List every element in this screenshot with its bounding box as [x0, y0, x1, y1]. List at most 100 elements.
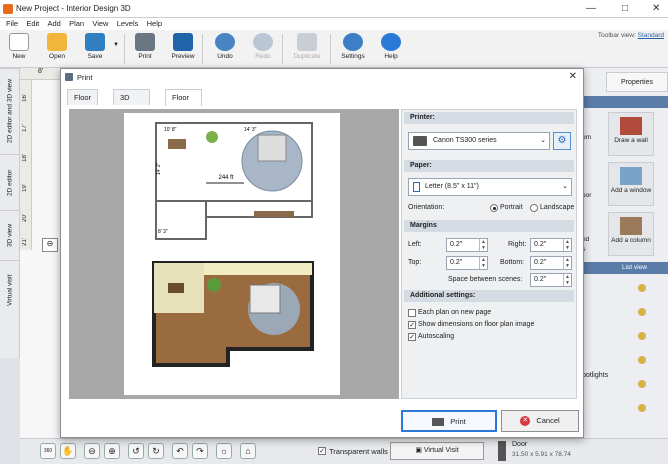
open-button[interactable]: Open	[40, 32, 74, 66]
rotate-right-icon[interactable]: ↻	[148, 443, 164, 459]
save-dropdown-icon[interactable]: ▼	[113, 42, 119, 48]
close-icon[interactable]: ✕	[652, 3, 660, 14]
paper-header: Paper:	[404, 160, 574, 172]
selected-dims: 31.50 x 5.91 x 78.74	[512, 451, 571, 458]
menu-file[interactable]: File	[6, 18, 18, 30]
print-button[interactable]: Print	[128, 32, 162, 66]
scene-spacing-value: 0.2"	[534, 276, 547, 283]
undo-button[interactable]: Undo	[208, 32, 242, 66]
spinner-arrows-icon[interactable]: ▲ ▼	[563, 239, 571, 251]
spinner-arrows-icon[interactable]: ▲ ▼	[479, 239, 487, 251]
tab-properties[interactable]: Properties	[606, 72, 668, 92]
duplicate-button[interactable]: Duplicate	[290, 32, 324, 66]
virtual-visit-label: Virtual Visit	[423, 447, 459, 454]
minimize-icon[interactable]: —	[586, 3, 596, 14]
draw-wall-label: Draw a wall	[614, 137, 648, 144]
autoscaling-checkbox[interactable]: ✓	[408, 333, 416, 341]
maximize-icon[interactable]: □	[622, 3, 628, 14]
cancel-button[interactable]: ✕ Cancel	[501, 410, 579, 432]
menu-levels[interactable]: Levels	[117, 18, 139, 30]
add-column-button[interactable]: Add a column	[608, 212, 654, 256]
dialog-title: Print	[77, 73, 93, 82]
toolbar-view-label: Toolbar view:	[597, 32, 636, 39]
help-button[interactable]: Help	[374, 32, 408, 66]
new-label: New	[12, 53, 26, 60]
monitor-icon	[173, 33, 193, 51]
preview-button[interactable]: Preview	[166, 32, 200, 66]
zoom-in-icon[interactable]: ⊕	[104, 443, 120, 459]
add-window-button[interactable]: Add a window	[608, 162, 654, 206]
bottom-margin-input[interactable]: 0.2" ▲ ▼	[530, 256, 572, 270]
portrait-radio[interactable]	[490, 204, 498, 212]
each-plan-checkbox[interactable]	[408, 309, 416, 317]
tab-2d-editor[interactable]: 2D editor	[0, 154, 20, 210]
menu-view[interactable]: View	[92, 18, 108, 30]
bottom-margin-value: 0.2"	[534, 259, 547, 266]
tilt-down-icon[interactable]: ↷	[192, 443, 208, 459]
home-icon[interactable]: ⌂	[240, 443, 256, 459]
menu-plan[interactable]: Plan	[69, 18, 84, 30]
toolbar-view-link[interactable]: Standard	[638, 32, 664, 39]
tab-2d-and-3d[interactable]: 2D editor and 3D view	[0, 68, 20, 154]
dim-bottom-label: 8' 3"	[158, 229, 168, 235]
close-icon[interactable]: ✕	[569, 71, 577, 82]
window-title: New Project - Interior Design 3D	[16, 4, 131, 13]
item-dollar-icon[interactable]	[638, 284, 646, 292]
hand-icon[interactable]: ✋	[60, 443, 76, 459]
folder-icon	[47, 33, 67, 51]
spinner-arrows-icon[interactable]: ▲ ▼	[563, 257, 571, 269]
menu-bar: File Edit Add Plan View Levels Help	[0, 18, 668, 30]
printer-select[interactable]: Canon TS300 series ⌄	[408, 132, 550, 150]
virtual-visit-button[interactable]: ▣ Virtual Visit	[390, 442, 484, 460]
menu-edit[interactable]: Edit	[26, 18, 39, 30]
printer-settings-gear-icon[interactable]: ⚙	[553, 132, 571, 150]
ruler-mark: 16'	[22, 94, 28, 102]
ruler-mark: 21'	[22, 238, 28, 246]
rotate-left-icon[interactable]: ↺	[128, 443, 144, 459]
ruler-mark: 17'	[22, 124, 28, 132]
bottom-toolbar: 360 ✋ ⊖ ⊕ ↺ ↻ ↶ ↷ ☼ ⌂ ✓ Transparent wall…	[20, 438, 668, 464]
redo-button[interactable]: Redo	[246, 32, 280, 66]
printer-header: Printer:	[404, 112, 574, 124]
item-dollar-icon[interactable]	[638, 356, 646, 364]
left-margin-input[interactable]: 0.2" ▲ ▼	[446, 238, 488, 252]
list-item[interactable]: potlights	[582, 372, 608, 379]
tab-floor-plan-and-3d[interactable]: Floor plan and 3D interior	[165, 89, 202, 166]
new-button[interactable]: New	[2, 32, 36, 66]
menu-add[interactable]: Add	[48, 18, 61, 30]
top-margin-input[interactable]: 0.2" ▲ ▼	[446, 256, 488, 270]
lightbulb-icon[interactable]: ☼	[216, 443, 232, 459]
print-button[interactable]: Print	[401, 410, 497, 432]
scene-spacing-input[interactable]: 0.2" ▲ ▼	[530, 273, 572, 287]
view-360-icon[interactable]: 360	[40, 443, 56, 459]
save-button[interactable]: Save	[78, 32, 112, 66]
landscape-radio[interactable]	[530, 204, 538, 212]
item-dollar-icon[interactable]	[638, 332, 646, 340]
show-dimensions-checkbox[interactable]: ✓	[408, 321, 416, 329]
menu-help[interactable]: Help	[147, 18, 162, 30]
settings-button[interactable]: Settings	[336, 32, 370, 66]
cancel-button-label: Cancel	[536, 416, 560, 425]
list-view-label[interactable]: List view	[622, 264, 647, 271]
show-dimensions-label: Show dimensions on floor plan image	[418, 321, 535, 328]
transparent-walls-checkbox[interactable]: ✓	[318, 447, 326, 455]
tab-3d-view[interactable]: 3D view	[0, 210, 20, 260]
draw-wall-button[interactable]: Draw a wall	[608, 112, 654, 156]
zoom-out-icon[interactable]: ⊖	[84, 443, 100, 459]
tilt-up-icon[interactable]: ↶	[172, 443, 188, 459]
item-dollar-icon[interactable]	[638, 380, 646, 388]
panel-header	[576, 96, 668, 108]
tab-3d-interior[interactable]: 3D interior	[113, 89, 150, 118]
right-margin-input[interactable]: 0.2" ▲ ▼	[530, 238, 572, 252]
spinner-arrows-icon[interactable]: ▲ ▼	[479, 257, 487, 269]
item-dollar-icon[interactable]	[638, 404, 646, 412]
item-dollar-icon[interactable]	[638, 308, 646, 316]
spinner-arrows-icon[interactable]: ▲ ▼	[563, 274, 571, 286]
tab-floor-plan[interactable]: Floor plan	[67, 89, 99, 118]
print-settings: Printer: Canon TS300 series ⌄ ⚙ Paper: L…	[401, 109, 577, 399]
zoom-out-icon[interactable]: ⊖	[42, 238, 58, 252]
paper-select[interactable]: Letter (8.5" x 11") ⌄	[408, 178, 572, 196]
tab-virtual-visit[interactable]: Virtual visit	[0, 260, 20, 320]
each-plan-label: Each plan on new page	[418, 309, 492, 316]
add-column-label: Add a column	[611, 237, 651, 244]
